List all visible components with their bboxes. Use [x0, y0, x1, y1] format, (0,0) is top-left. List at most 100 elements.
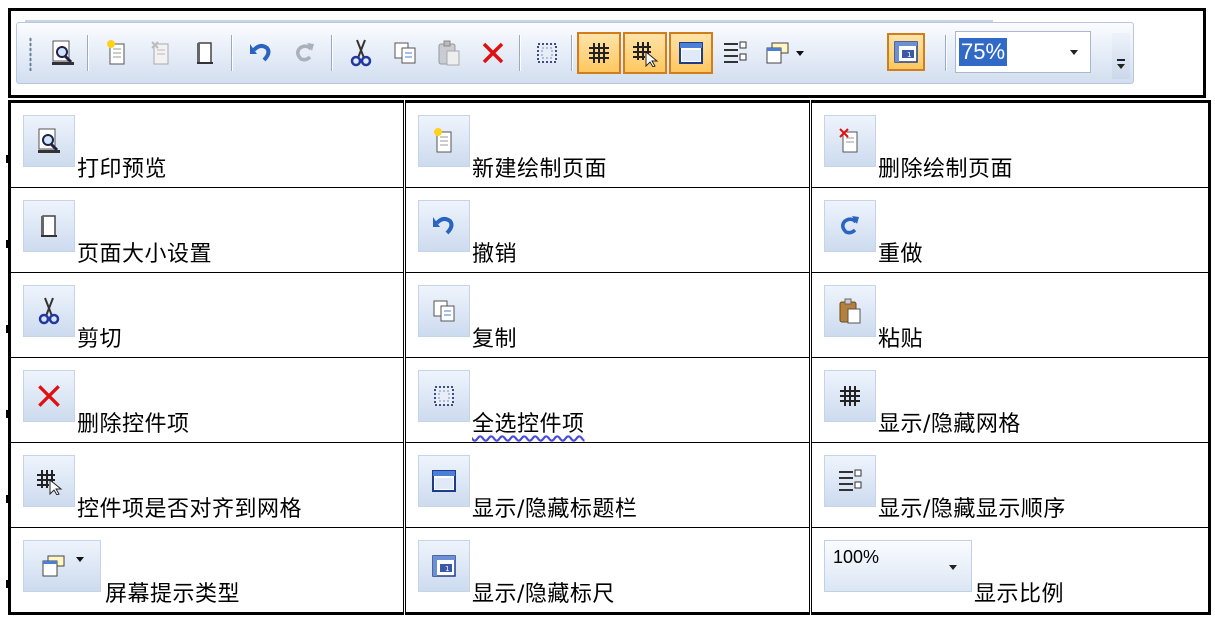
chevron-down-icon [796, 50, 804, 56]
legend-cell: 打印预览 [6, 100, 405, 188]
toolbar-separator [331, 35, 332, 71]
legend-cell: 删除控件项 [6, 357, 405, 443]
snap-to-grid-button[interactable] [623, 32, 667, 74]
icon-frame [418, 200, 470, 252]
tooltip-type-button[interactable] [759, 32, 809, 74]
new-page-icon [107, 40, 125, 65]
select-all-icon [537, 43, 557, 63]
grid-toggle-button[interactable] [577, 32, 621, 74]
icon-frame [824, 455, 876, 507]
titlebar-icon [432, 470, 456, 492]
new-page-icon [434, 128, 452, 153]
legend-label: 重做 [878, 242, 924, 267]
toolbar-separator [571, 35, 572, 71]
paste-button[interactable] [431, 32, 467, 74]
page-size-icon [41, 215, 57, 237]
icon-frame [23, 115, 75, 167]
print-preview-button[interactable] [45, 32, 81, 74]
table-row: 屏幕提示类型 1 显示/隐藏标尺 100% 显示比例 [6, 527, 1211, 615]
legend-cell: 删除绘制页面 [809, 100, 1211, 188]
toolbar-grip[interactable] [29, 37, 32, 71]
redo-button[interactable] [287, 32, 323, 74]
page-size-icon [197, 42, 213, 64]
redo-icon [841, 216, 859, 235]
table-row: 页面大小设置 撤销 重做 [6, 187, 1211, 273]
legend-label: 粘贴 [878, 327, 924, 352]
print-preview-icon [38, 128, 60, 153]
legend-label: 显示/隐藏标题栏 [472, 497, 638, 522]
legend-cell: 屏幕提示类型 [6, 527, 405, 615]
svg-text:1: 1 [445, 565, 449, 573]
icon-frame [23, 370, 75, 422]
cut-button[interactable] [343, 32, 379, 74]
toolbar-legend-table: 打印预览 新建绘制页面 删除绘制页面 页面大小设置 撤销 重做 剪切 复制 粘贴… [6, 100, 1211, 615]
legend-cell: 全选控件项 [403, 357, 811, 443]
legend-label: 页面大小设置 [77, 242, 213, 267]
legend-cell: 页面大小设置 [6, 187, 405, 273]
new-page-button[interactable] [99, 32, 135, 74]
legend-label: 显示比例 [974, 582, 1065, 607]
zoom-select[interactable]: 75% [955, 31, 1091, 73]
redo-icon [296, 43, 314, 62]
copy-button[interactable] [387, 32, 423, 74]
row-marker [6, 155, 10, 163]
legend-cell: 1 显示/隐藏标尺 [403, 527, 811, 615]
print-preview-icon [52, 40, 74, 65]
icon-frame [23, 540, 101, 592]
display-order-button[interactable] [717, 32, 753, 74]
legend-label: 打印预览 [77, 157, 168, 182]
icon-frame: 1 [418, 540, 470, 592]
grid-icon [840, 386, 860, 406]
table-row: 控件项是否对齐到网格 显示/隐藏标题栏 显示/隐藏显示顺序 [6, 442, 1211, 528]
zoom-combo-value: 100% [833, 547, 880, 567]
chevron-down-icon [1117, 64, 1125, 69]
legend-cell: 重做 [809, 187, 1211, 273]
legend-label: 删除绘制页面 [878, 157, 1014, 182]
undo-icon [250, 43, 271, 62]
toolbar-separator [87, 35, 88, 71]
ruler-toggle-button[interactable]: 1 [887, 33, 925, 71]
snap-to-grid-icon [37, 470, 63, 495]
legend-cell: 撤销 [403, 187, 811, 273]
toolbar: 1 75% [16, 20, 1134, 84]
legend-cell: 控件项是否对齐到网格 [6, 442, 405, 528]
icon-frame [824, 285, 876, 337]
titlebar-toggle-button[interactable] [669, 32, 713, 74]
select-all-button[interactable] [529, 32, 565, 74]
legend-label: 剪切 [77, 327, 123, 352]
delete-control-icon [482, 42, 504, 64]
toolbar-separator [519, 35, 520, 71]
row-marker [6, 325, 10, 333]
delete-control-button[interactable] [475, 32, 511, 74]
legend-label: 复制 [472, 327, 518, 352]
delete-page-icon [839, 128, 858, 153]
icon-frame [418, 115, 470, 167]
page-size-button[interactable] [187, 32, 223, 74]
legend-label: 删除控件项 [77, 412, 190, 437]
paste-icon [438, 40, 460, 66]
legend-label: 新建绘制页面 [472, 157, 608, 182]
legend-cell: 复制 [403, 272, 811, 358]
row-marker [6, 240, 10, 248]
icon-frame [418, 455, 470, 507]
tooltip-type-icon [766, 42, 789, 64]
legend-cell: 粘贴 [809, 272, 1211, 358]
ruler-icon: 1 [432, 555, 456, 577]
display-order-icon [839, 469, 862, 491]
row-marker [6, 410, 10, 418]
toolbar-overflow-button[interactable] [1112, 33, 1130, 79]
titlebar-icon [679, 42, 703, 64]
copy-icon [433, 300, 455, 322]
toolbar-top-line [25, 20, 993, 22]
icon-frame [824, 200, 876, 252]
grid-icon [589, 43, 609, 63]
zoom-value: 75% [959, 38, 1008, 66]
delete-page-button[interactable] [143, 32, 179, 74]
undo-button[interactable] [243, 32, 279, 74]
legend-label: 屏幕提示类型 [105, 582, 241, 607]
delete-control-icon [38, 385, 60, 407]
row-marker [6, 580, 10, 588]
chevron-down-icon [76, 556, 84, 562]
toolbar-separator [945, 35, 946, 71]
legend-label: 显示/隐藏网格 [878, 412, 1021, 437]
